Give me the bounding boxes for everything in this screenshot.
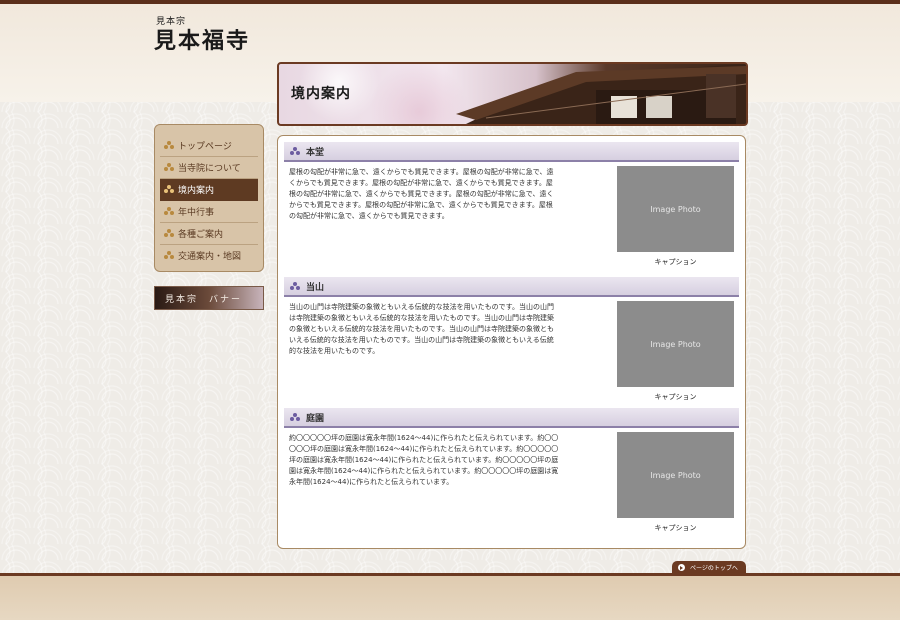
sidebar-item-label: 境内案内 (178, 186, 215, 196)
section-body-text: 約〇〇〇〇〇坪の庭園は寛永年間(1624〜44)に作られたと伝えられています。約… (289, 434, 559, 486)
crest-icon (290, 146, 300, 156)
sidebar-item-info[interactable]: 各種ご案内 (160, 223, 258, 245)
sidebar-item-about[interactable]: 当寺院について (160, 157, 258, 179)
photo-placeholder: Image Photo (617, 432, 734, 518)
page-title: 境内案内 (291, 86, 351, 102)
crest-icon (290, 281, 300, 291)
sidebar-item-label: 当寺院について (178, 164, 241, 174)
crest-icon (164, 163, 174, 172)
photo-placeholder: Image Photo (617, 301, 734, 387)
sidebar-item-label: トップページ (178, 142, 232, 152)
site-logo-title[interactable]: 見本福寺 (154, 23, 250, 55)
sidebar-item-label: 年中行事 (178, 208, 215, 218)
footer (0, 576, 900, 620)
sidebar-item-label: 各種ご案内 (178, 230, 224, 240)
photo-caption: キャプション (654, 524, 697, 532)
sidebar-item-label: 交通案内・地図 (178, 252, 242, 262)
section-heading: 本堂 (284, 142, 739, 162)
crest-icon (164, 229, 174, 238)
arrow-circle-icon (678, 564, 685, 571)
sidebar-banner[interactable]: 見本宗 バナー (154, 286, 264, 310)
sidebar-item-access[interactable]: 交通案内・地図 (160, 245, 258, 266)
photo-caption: キャプション (654, 258, 697, 266)
photo-placeholder: Image Photo (617, 166, 734, 252)
sidebar-item-events[interactable]: 年中行事 (160, 201, 258, 223)
page-top-label: ページのトップへ (690, 565, 738, 572)
section-title: 当山 (306, 282, 325, 293)
section-garden: 庭園 約〇〇〇〇〇坪の庭園は寛永年間(1624〜44)に作られたと伝えられていま… (284, 408, 739, 533)
section-temple: 当山 当山の山門は寺院建築の象徴ともいえる伝統的な技法を用いたものです。当山の山… (284, 277, 739, 402)
crest-icon (164, 207, 174, 216)
content-panel: 本堂 屋根の勾配が非常に急で、遠くからでも質見できます。屋根の勾配が非常に急で、… (277, 135, 746, 549)
sidebar-item-top[interactable]: トップページ (160, 135, 258, 157)
section-main-hall: 本堂 屋根の勾配が非常に急で、遠くからでも質見できます。屋根の勾配が非常に急で、… (284, 142, 739, 267)
section-heading: 庭園 (284, 408, 739, 428)
crest-icon (290, 412, 300, 422)
section-title: 庭園 (306, 413, 325, 424)
sidebar-nav: トップページ 当寺院について 境内案内 年中行事 各種ご案内 交通案内・地図 (154, 124, 264, 272)
section-body-text: 当山の山門は寺院建築の象徴ともいえる伝統的な技法を用いたものです。当山の山門は寺… (289, 303, 554, 355)
photo-caption: キャプション (654, 393, 697, 401)
section-heading: 当山 (284, 277, 739, 297)
crest-icon (164, 185, 174, 194)
crest-icon (164, 251, 174, 260)
section-title: 本堂 (306, 147, 325, 158)
section-body-text: 屋根の勾配が非常に急で、遠くからでも質見できます。屋根の勾配が非常に急で、遠くか… (289, 168, 554, 220)
hero-banner: 境内案内 (277, 62, 748, 126)
crest-icon (164, 141, 174, 150)
temple-roof-image (456, 64, 746, 124)
sidebar-item-grounds-guide[interactable]: 境内案内 (160, 179, 258, 201)
